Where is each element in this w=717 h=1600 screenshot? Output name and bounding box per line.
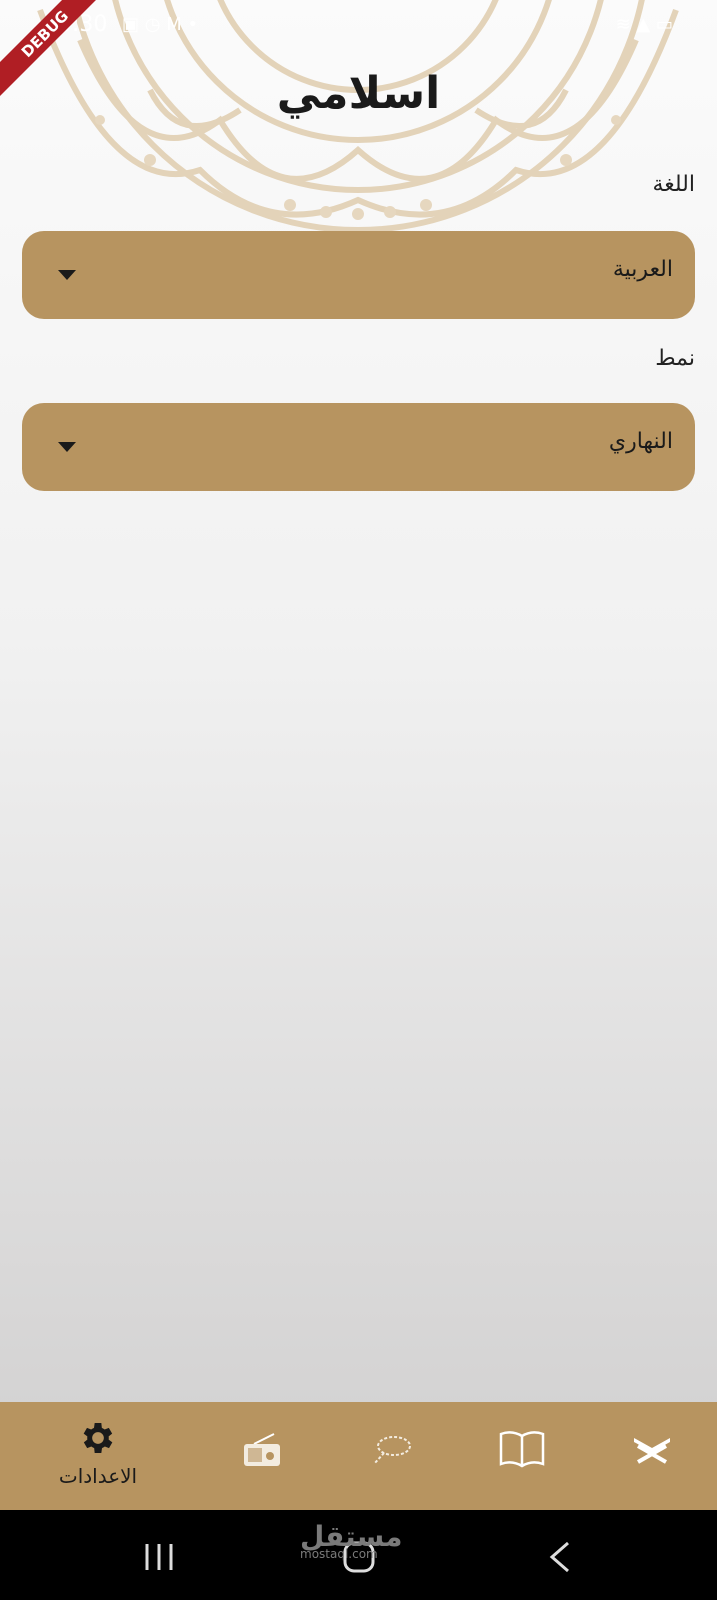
back-icon[interactable] [548,1540,572,1574]
theme-dropdown[interactable]: النهاري [22,403,695,491]
wifi-icon: ≋ [615,14,631,35]
status-bar: 10:30 ▣ ◷ M • ≋ ▲ ▭ [0,8,717,44]
nav-item-tasbeeh[interactable] [350,1402,440,1510]
caret-down-icon [58,442,76,452]
gmail-icon: M [166,14,182,35]
radio-icon [244,1433,280,1466]
nav-item-settings[interactable]: الاعدادات [8,1402,188,1510]
nav-item-hadith[interactable] [478,1402,568,1510]
language-dropdown[interactable]: العربية [22,231,695,319]
battery-icon: ▭ [655,14,673,35]
quran-stand-icon [634,1438,670,1464]
nav-label-settings: الاعدادات [58,1464,138,1488]
language-label: اللغة [652,172,695,197]
gear-icon [83,1423,113,1453]
lte-signal-icon: ▲ [636,14,651,35]
status-right-icons: ≋ ▲ ▭ [616,14,673,35]
theme-label: نمط [655,346,695,371]
watermark: مستقل mostaql.com [300,1520,402,1561]
clock-icon: ◷ [144,14,161,35]
bottom-navigation: الاعدادات [0,1402,717,1510]
gallery-icon: ▣ [122,14,140,35]
prayer-beads-icon [373,1436,411,1465]
dot-icon: • [187,14,199,35]
recent-apps-icon[interactable] [142,1542,176,1572]
nav-item-quran[interactable] [612,1402,702,1510]
status-left-icons: ▣ ◷ M • [122,14,198,35]
theme-value: النهاري [608,429,673,454]
nav-item-radio[interactable] [220,1402,310,1510]
caret-down-icon [58,270,76,280]
open-book-icon [499,1431,545,1468]
page-title: اسلامي [276,68,441,119]
language-value: العربية [612,257,673,282]
